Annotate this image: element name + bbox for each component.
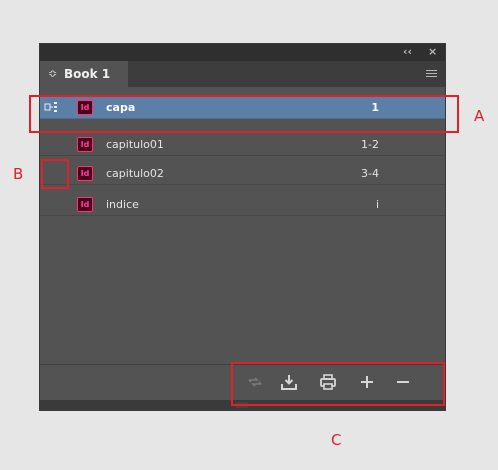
- indesign-document-icon: Id: [77, 166, 93, 181]
- document-name: capitulo02: [106, 167, 164, 180]
- document-pages: i: [375, 198, 379, 211]
- annotation-label-c: C: [331, 431, 342, 449]
- panel-menu-icon[interactable]: [426, 70, 437, 78]
- document-name: indice: [106, 198, 139, 211]
- annotation-box-a: [29, 95, 459, 133]
- tab-title: Book 1: [64, 67, 111, 81]
- document-row-indice[interactable]: Id indice i: [40, 194, 445, 216]
- close-panel-icon[interactable]: ×: [428, 45, 437, 59]
- document-row-capitulo01[interactable]: Id capitulo01 1-2: [40, 134, 445, 156]
- document-pages: 1-2: [361, 138, 379, 151]
- panel-tab-row: ≎ Book 1: [40, 61, 445, 87]
- document-name: capitulo01: [106, 138, 164, 151]
- annotation-box-c: [231, 362, 445, 406]
- document-pages: 3-4: [361, 167, 379, 180]
- collapse-panel-icon[interactable]: ‹‹: [403, 45, 412, 59]
- annotation-label-a: A: [474, 107, 485, 125]
- panel-title-bar[interactable]: ‹‹ ×: [40, 44, 445, 61]
- indesign-document-icon: Id: [77, 197, 93, 212]
- tab-stepper-icon[interactable]: ≎: [48, 61, 57, 87]
- document-row-capitulo02[interactable]: Id capitulo02 3-4: [40, 163, 445, 185]
- annotation-box-b: [41, 159, 69, 189]
- annotation-label-b: B: [13, 165, 24, 183]
- indesign-document-icon: Id: [77, 137, 93, 152]
- tab-book-1[interactable]: ≎ Book 1: [40, 61, 128, 87]
